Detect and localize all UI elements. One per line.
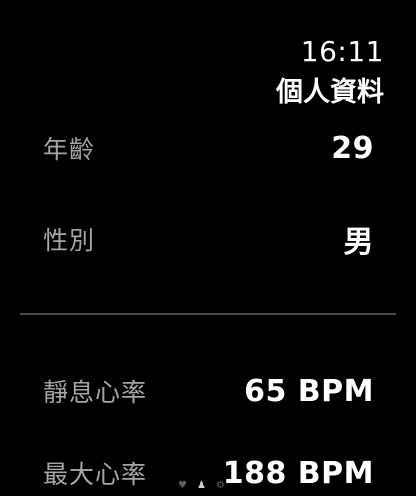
- age-value: 29: [331, 130, 374, 166]
- sex-label: 性別: [43, 226, 96, 255]
- heart-icon: ♥: [178, 480, 187, 491]
- page-title: 個人資料: [276, 77, 384, 108]
- sex-row[interactable]: 性別 男: [43, 219, 374, 260]
- status-time: 16:11: [300, 35, 384, 68]
- section-divider: [20, 313, 396, 315]
- max-heart-rate-label: 最大心率: [43, 460, 148, 489]
- resting-heart-rate-row[interactable]: 靜息心率 65 BPM: [43, 371, 374, 411]
- age-label: 年齡: [43, 135, 96, 164]
- resting-heart-rate-value: 65 BPM: [244, 373, 374, 409]
- age-row[interactable]: 年齡 29: [43, 128, 374, 168]
- page-indicator: ♥ ♟ ⚙: [178, 479, 225, 493]
- person-icon: ♟: [196, 480, 206, 491]
- sex-value: 男: [343, 225, 374, 260]
- max-heart-rate-value: 188 BPM: [222, 455, 374, 491]
- resting-heart-rate-label: 靜息心率: [43, 378, 148, 407]
- gear-icon: ⚙: [215, 480, 225, 491]
